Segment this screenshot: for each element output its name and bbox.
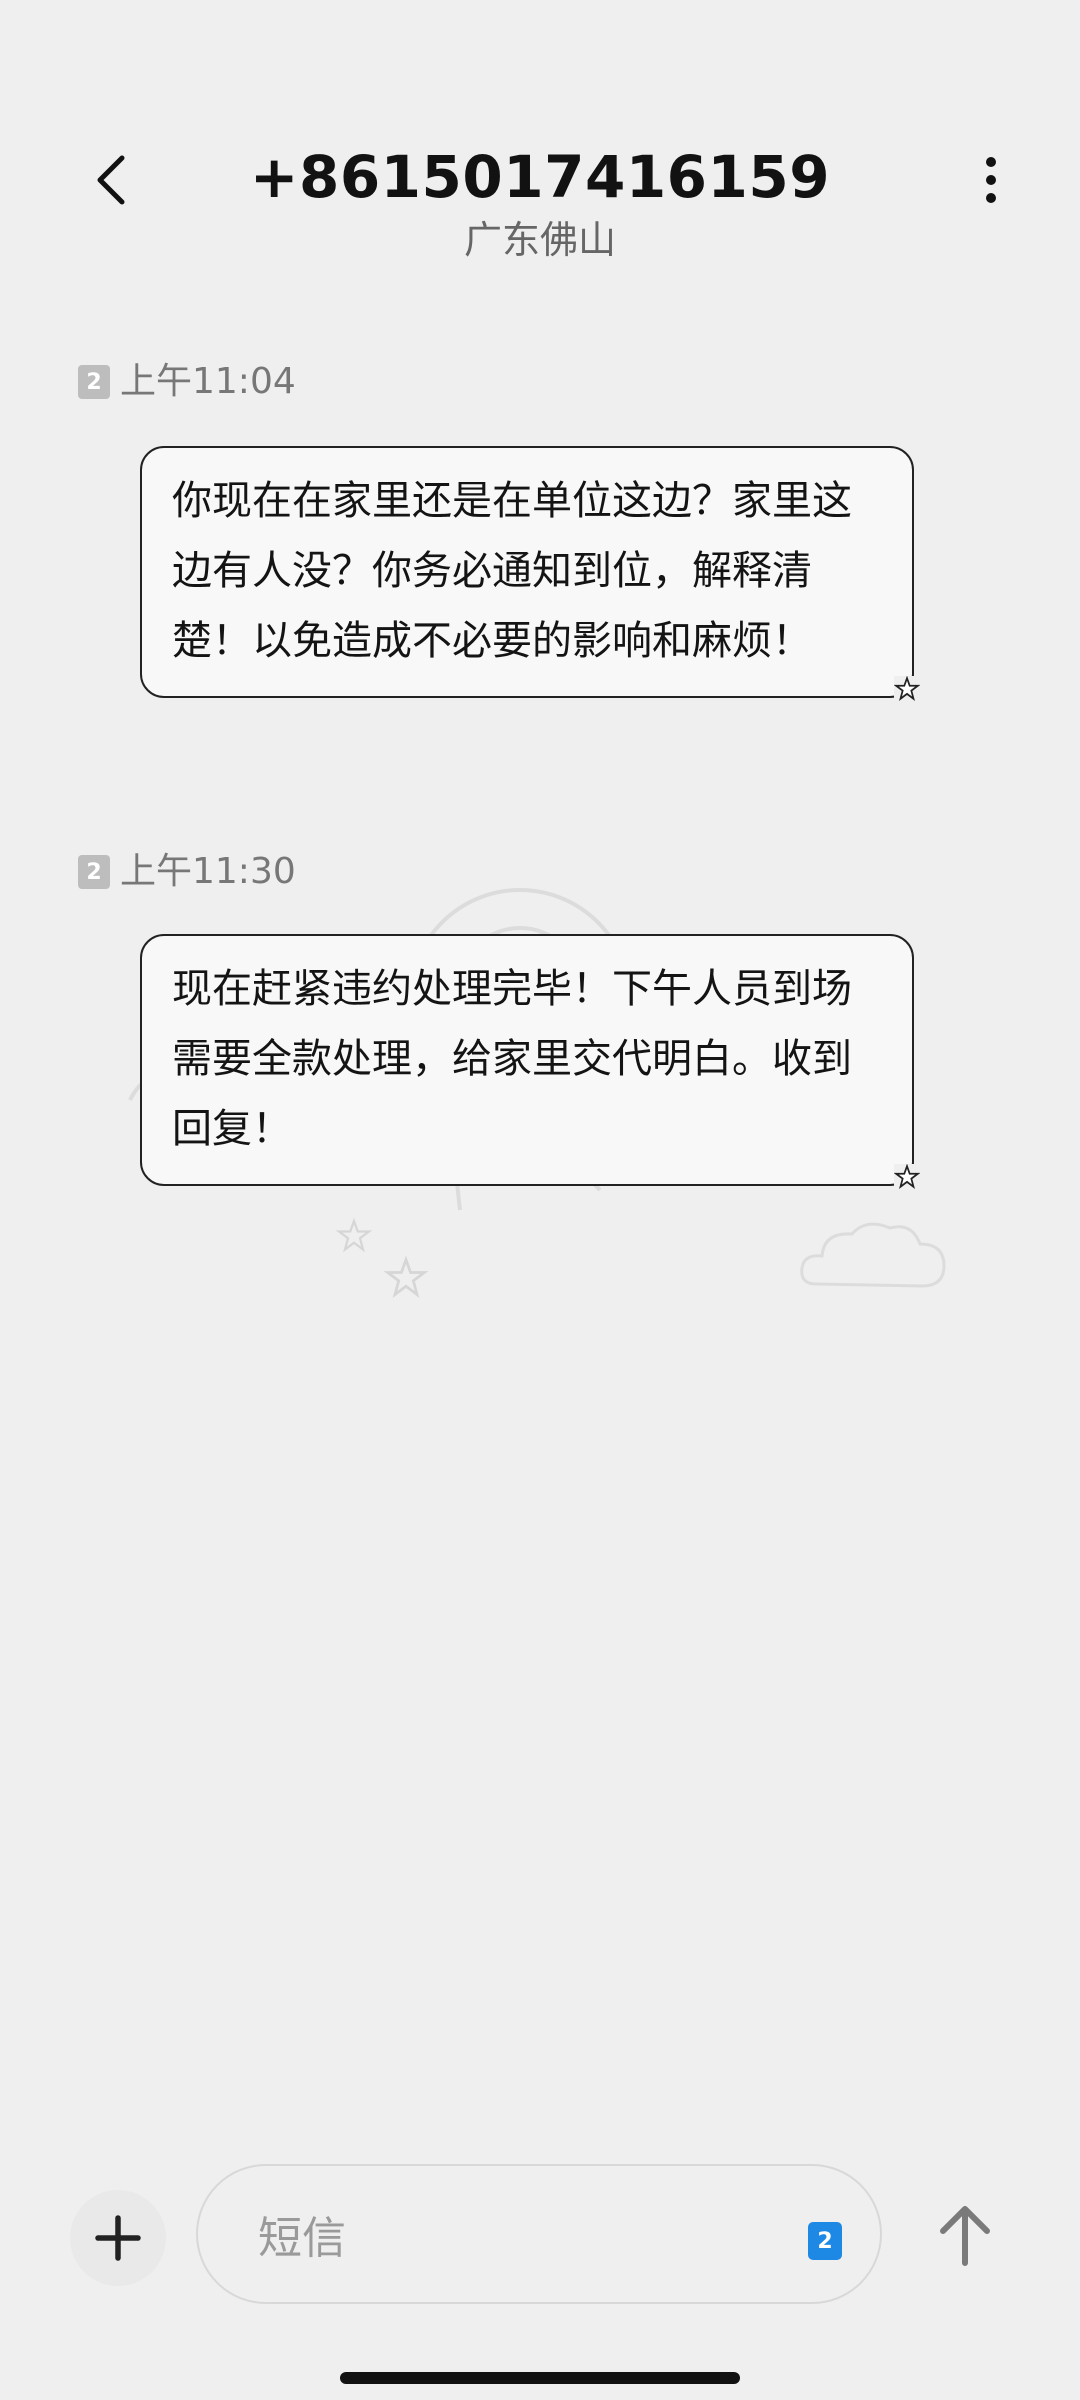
home-indicator[interactable] xyxy=(340,2372,740,2384)
plus-icon xyxy=(95,2215,141,2261)
sim-card-icon: 2 xyxy=(78,855,110,889)
message-bubble[interactable]: 现在赶紧违约处理完毕！下午人员到场需要全款处理，给家里交代明白。收到回复！ xyxy=(140,934,920,1190)
message-timestamp-row: 2 上午11:04 xyxy=(78,362,296,402)
more-vertical-icon xyxy=(986,157,996,203)
message-thread-screen: +8615017416159 广东佛山 2 上午11:04 你现在在家里还是在单… xyxy=(0,0,1080,2400)
back-button[interactable] xyxy=(78,140,142,220)
message-input-placeholder: 短信 xyxy=(258,2213,346,2264)
star-doodle-icon xyxy=(384,1256,428,1298)
message-timestamp-row: 2 上午11:30 xyxy=(78,852,296,892)
contact-location: 广东佛山 xyxy=(463,218,616,262)
star-doodle-icon xyxy=(336,1218,372,1253)
message-text: 你现在在家里还是在单位这边？家里这边有人没？你务必通知到位，解释清楚！以免造成不… xyxy=(172,478,852,664)
contact-number[interactable]: +8615017416159 xyxy=(200,138,880,216)
sim-card-icon: 2 xyxy=(78,365,110,399)
more-options-button[interactable] xyxy=(966,140,1016,220)
conversation-title: +8615017416159 广东佛山 xyxy=(200,138,880,266)
add-attachment-button[interactable] xyxy=(70,2190,166,2286)
sim-select-button[interactable]: 2 xyxy=(808,2222,842,2260)
message-bubble[interactable]: 你现在在家里还是在单位这边？家里这边有人没？你务必通知到位，解释清楚！以免造成不… xyxy=(140,446,920,702)
send-button[interactable] xyxy=(920,2190,1010,2280)
message-time: 上午11:30 xyxy=(120,851,296,892)
message-text: 现在赶紧违约处理完毕！下午人员到场需要全款处理，给家里交代明白。收到回复！ xyxy=(172,966,852,1152)
star-icon xyxy=(894,676,920,702)
arrow-up-icon xyxy=(940,2206,990,2266)
message-time: 上午11:04 xyxy=(120,361,296,402)
chevron-left-icon xyxy=(97,155,125,205)
message-input[interactable]: 短信 2 xyxy=(196,2164,882,2304)
star-icon xyxy=(894,1164,920,1190)
cloud-doodle-icon xyxy=(800,1222,946,1288)
